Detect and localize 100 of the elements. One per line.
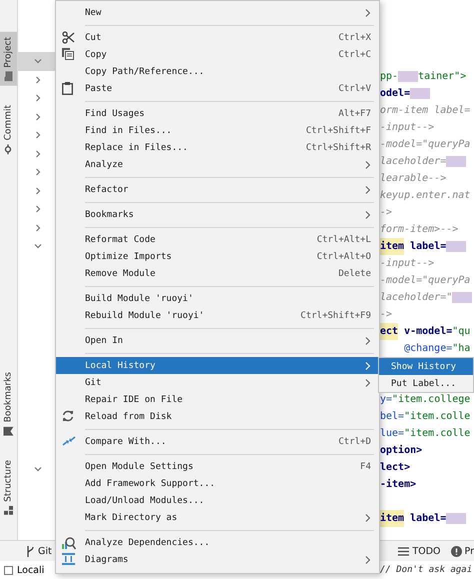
tool-window-button[interactable]: TODO bbox=[398, 546, 441, 556]
code-text: pp- bbox=[380, 70, 398, 84]
menu-item[interactable]: Open Module Settings F4 bbox=[56, 458, 379, 475]
menu-item[interactable]: Remove Module Delete bbox=[56, 265, 379, 282]
menu-item[interactable]: Bookmarks bbox=[56, 206, 379, 223]
code-text: laceholder=" bbox=[380, 291, 452, 305]
code-comment: // Don't ask agai bbox=[380, 565, 474, 575]
menu-item[interactable]: Repair IDE on File bbox=[56, 391, 379, 408]
code-text: -input--> bbox=[380, 121, 434, 135]
menu-item[interactable]: Reload from Disk bbox=[56, 408, 379, 425]
scissors-icon bbox=[62, 31, 75, 44]
code-text: v-model= bbox=[403, 325, 452, 339]
tool-window-tab[interactable]: Commit bbox=[0, 100, 17, 160]
menu-item[interactable]: Copy Ctrl+C bbox=[56, 46, 379, 63]
menu-item[interactable]: Analyze Dependencies... bbox=[56, 534, 379, 551]
code-text: tainer"> bbox=[418, 70, 466, 84]
blurred-text bbox=[410, 88, 430, 99]
alert-icon bbox=[450, 546, 462, 556]
chevron-right-icon[interactable] bbox=[34, 76, 42, 84]
blurred-text bbox=[398, 71, 418, 82]
menu-item[interactable]: Find Usages Alt+F7 bbox=[56, 105, 379, 122]
code-text: laceholder= bbox=[380, 155, 446, 169]
code-text: y= bbox=[380, 393, 392, 407]
menu-item[interactable]: New bbox=[56, 4, 379, 21]
menu-item[interactable]: Show History bbox=[379, 358, 473, 375]
menu-item[interactable]: Local History bbox=[56, 357, 379, 374]
code-text: -> bbox=[380, 206, 392, 220]
menu-item[interactable]: Find in Files... Ctrl+Shift+F bbox=[56, 122, 379, 139]
code-text: orm-item label= bbox=[380, 104, 470, 118]
code-text: -model="queryPa bbox=[380, 138, 470, 152]
code-text: -> bbox=[380, 308, 392, 322]
tool-window-tab[interactable]: Bookmarks bbox=[0, 366, 17, 442]
menu-item[interactable]: Replace in Files... Ctrl+Shift+R bbox=[56, 139, 379, 156]
list-icon bbox=[398, 546, 410, 556]
code-text: item bbox=[380, 238, 404, 255]
code-text: -item> bbox=[380, 478, 416, 492]
blurred-text bbox=[452, 292, 472, 303]
tool-window-button[interactable]: Git bbox=[26, 546, 52, 556]
checkbox-icon bbox=[4, 566, 13, 574]
chevron-right-icon[interactable] bbox=[34, 131, 42, 140]
code-text: -input--> bbox=[380, 257, 434, 271]
code-text: bel= bbox=[380, 410, 404, 424]
chevron-right-icon[interactable] bbox=[34, 186, 42, 195]
menu-item[interactable]: Add Framework Support... bbox=[56, 475, 379, 492]
code-text: -model="queryPa bbox=[380, 274, 470, 288]
commit-icon bbox=[4, 144, 14, 154]
menu-item[interactable]: Open In bbox=[56, 332, 379, 349]
tool-window-tab[interactable]: Structure bbox=[0, 455, 17, 520]
code-text: item bbox=[380, 510, 404, 527]
menu-item[interactable]: Paste Ctrl+V bbox=[56, 80, 379, 97]
code-text: "ha bbox=[452, 342, 470, 356]
code-text: "qu bbox=[452, 325, 470, 339]
folder-icon bbox=[4, 71, 13, 82]
menu-item[interactable]: Refactor bbox=[56, 181, 379, 198]
tool-window-tab[interactable]: Project bbox=[0, 32, 17, 86]
menu-item[interactable]: Reformat Code Ctrl+Alt+L bbox=[56, 231, 379, 248]
chevron-right-icon[interactable] bbox=[34, 94, 42, 102]
status-text: Locali bbox=[17, 564, 44, 576]
code-text: "item.colle bbox=[404, 410, 470, 424]
diagram-icon bbox=[62, 553, 75, 565]
menu-item[interactable]: Mark Directory as bbox=[56, 509, 379, 526]
code-text: option> bbox=[380, 444, 422, 458]
chevron-right-icon[interactable] bbox=[34, 150, 42, 158]
code-text: learable--> bbox=[380, 172, 446, 186]
chevron-down-icon[interactable] bbox=[34, 57, 42, 66]
branch-icon bbox=[26, 546, 35, 556]
menu-item[interactable]: Load/Unload Modules... bbox=[56, 492, 379, 509]
code-text: form-item>--> bbox=[380, 223, 458, 237]
menu-item[interactable]: Build Module 'ruoyi' bbox=[56, 290, 379, 307]
code-text: odel= bbox=[380, 87, 410, 101]
menu-item[interactable]: Git bbox=[56, 374, 379, 391]
copy-icon bbox=[62, 48, 74, 60]
chevron-down-icon[interactable] bbox=[34, 464, 42, 473]
chevron-right-icon[interactable] bbox=[34, 112, 42, 121]
code-text: label= bbox=[409, 240, 446, 254]
chevron-right-icon[interactable] bbox=[34, 205, 42, 214]
reload-icon bbox=[62, 410, 74, 422]
code-text: keyup.enter.nat bbox=[380, 189, 470, 203]
clipboard-icon bbox=[62, 82, 73, 95]
menu-item[interactable]: Rebuild Module 'ruoyi' Ctrl+Shift+F9 bbox=[56, 307, 379, 324]
menu-item[interactable]: Compare With... Ctrl+D bbox=[56, 433, 379, 450]
tool-window-button[interactable]: Pr bbox=[450, 546, 474, 556]
code-text: "item.colle bbox=[404, 427, 470, 441]
blurred-text bbox=[446, 513, 466, 524]
code-text: lect> bbox=[380, 461, 410, 475]
menu-item[interactable]: Diagrams bbox=[56, 551, 379, 568]
chevron-right-icon[interactable] bbox=[34, 224, 42, 232]
code-text: ect bbox=[380, 323, 398, 340]
menu-item[interactable]: Analyze bbox=[56, 156, 379, 173]
menu-item[interactable]: Cut Ctrl+X bbox=[56, 29, 379, 46]
chevron-right-icon[interactable] bbox=[34, 168, 42, 176]
chevron-down-icon[interactable] bbox=[34, 242, 42, 250]
menu-item[interactable]: Copy Path/Reference... bbox=[56, 63, 379, 80]
structure-icon bbox=[4, 506, 13, 515]
bookmark-icon bbox=[4, 426, 14, 436]
code-text: lue= bbox=[380, 427, 404, 441]
code-text: label= bbox=[409, 512, 446, 526]
menu-item[interactable]: Put Label... bbox=[379, 375, 473, 392]
menu-item[interactable]: Optimize Imports Ctrl+Alt+O bbox=[56, 248, 379, 265]
magnifier-chart-icon bbox=[62, 536, 76, 550]
